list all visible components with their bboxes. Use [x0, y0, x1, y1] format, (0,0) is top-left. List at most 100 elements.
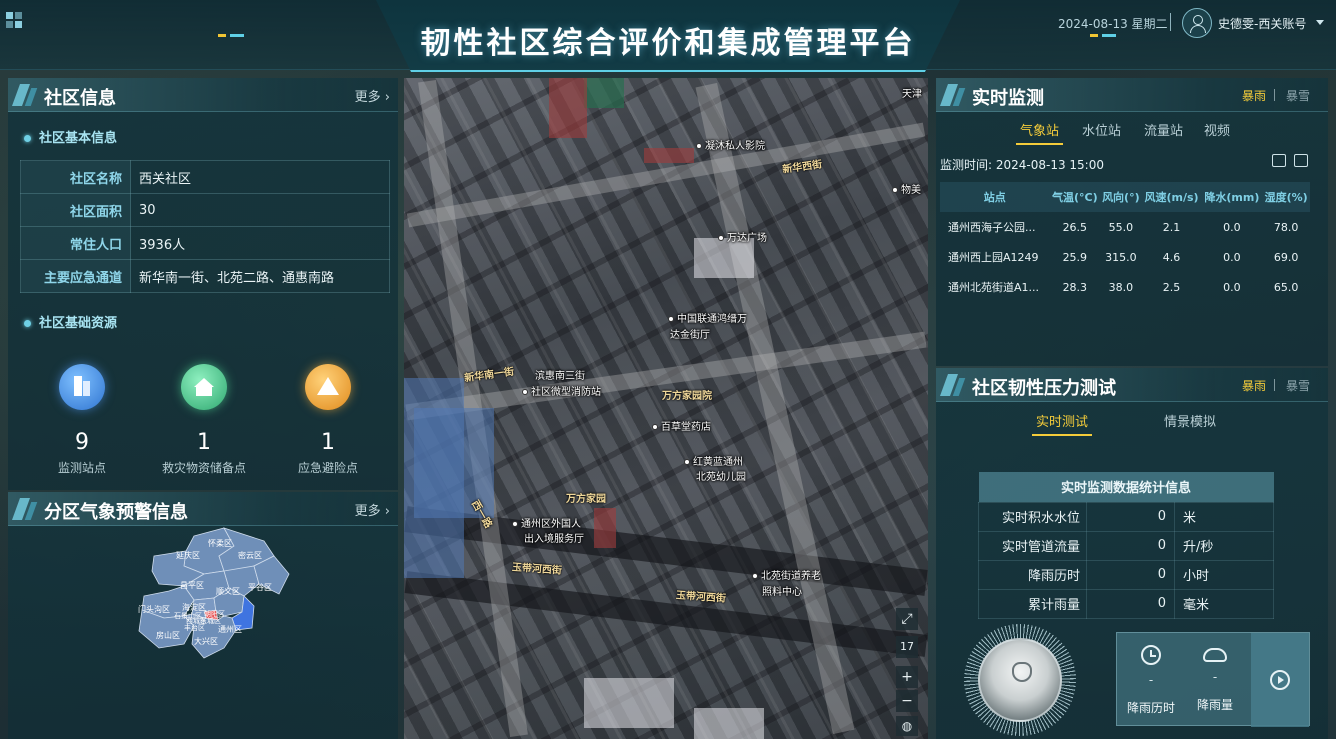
tab-video[interactable]: 视频 — [1204, 120, 1230, 139]
resources-subtitle: 社区基础资源 — [24, 312, 117, 331]
realtime-monitor-header: 实时监测 — [936, 78, 1328, 112]
district-label: 密云区 — [238, 550, 262, 560]
realtime-stats-table: 实时监测数据统计信息 实时积水水位 0 米 实时管道流量 0 升/秒 降雨历时 0 小时 累… — [978, 472, 1274, 619]
map-poi-label[interactable]: 凝沐私人影院 — [696, 137, 765, 152]
divider — [1170, 13, 1171, 31]
map-poi-label[interactable]: 通州区外国人 — [512, 515, 581, 530]
left-panel: 社区信息 更多 › 社区基本信息 社区名称 西关社区 社区面积 30 常住人口 393… — [8, 78, 398, 739]
calendar-icon[interactable] — [1272, 154, 1286, 167]
rain-duration-control[interactable]: - 降雨历时 — [1123, 645, 1179, 716]
pressure-test-header: 社区韧性压力测试 — [936, 368, 1328, 402]
mode-snowstorm[interactable]: 暴雪 — [1286, 377, 1310, 394]
divider — [1274, 89, 1275, 101]
basic-info-subtitle: 社区基本信息 — [24, 127, 117, 146]
community-info-header: 社区信息 更多 › — [8, 78, 398, 112]
community-info-table: 社区名称 西关社区 社区面积 30 常住人口 3936人 主要应急通道 新华南一街、北苑… — [20, 160, 390, 293]
mode-rainstorm[interactable]: 暴雨 — [1242, 377, 1266, 394]
mode-snowstorm[interactable]: 暴雪 — [1286, 87, 1310, 104]
play-button[interactable] — [1251, 633, 1309, 727]
fullscreen-button[interactable]: ⤢ — [896, 608, 918, 630]
district-label: 海淀区 — [182, 602, 206, 612]
table-row: 社区名称 西关社区 — [20, 160, 390, 194]
more-link[interactable]: 更多 › — [355, 86, 390, 105]
district-label: 怀柔区 — [208, 538, 232, 548]
tent-icon — [305, 364, 351, 410]
zoom-out-button[interactable]: − — [896, 690, 918, 712]
resource-relief-storage[interactable]: 1 救灾物资储备点 — [144, 364, 264, 476]
header-decoration — [1090, 34, 1116, 37]
beijing-district-map[interactable]: 延庆区 怀柔区 密云区 昌平区 顺义区 平谷区 门头沟区 海淀区 朝阳区 石景山… — [124, 526, 304, 688]
simulation-control-box: - 降雨历时 - 降雨量 — [1116, 632, 1310, 727]
chevron-down-icon[interactable] — [1316, 20, 1324, 25]
tab-water-level-station[interactable]: 水位站 — [1082, 120, 1121, 139]
chart-icon[interactable] — [1294, 154, 1308, 167]
section-title: 实时监测 — [972, 88, 1044, 109]
district-label: 大兴区 — [194, 636, 218, 646]
table-row[interactable]: 通州北苑街道A1... 28.3 38.0 2.5 0.0 65.0 — [940, 272, 1310, 302]
flood-icon — [1012, 662, 1032, 682]
table-row: 主要应急通道 新华南一街、北苑二路、通惠南路 — [20, 259, 390, 293]
district-label: 昌平区 — [180, 581, 204, 590]
rainfall-control[interactable]: - 降雨量 — [1187, 645, 1243, 713]
tab-realtime-test[interactable]: 实时测试 — [1031, 411, 1093, 436]
divider — [1274, 379, 1275, 391]
app-logo-icon — [6, 12, 24, 30]
satellite-map[interactable] — [404, 78, 928, 739]
current-date: 2024-08-13 星期二 — [1058, 17, 1168, 31]
table-row: 降雨历时 0 小时 — [978, 559, 1274, 590]
map-area-label: 万方家园院 — [662, 391, 712, 402]
table-row[interactable]: 通州西上园A1249 25.9 315.0 4.6 0.0 69.0 — [940, 242, 1310, 272]
district-label: 延庆区 — [176, 550, 200, 560]
map-poi-label[interactable]: 达金街厅 — [670, 326, 710, 341]
map-poi-label[interactable]: 滨惠南三街 — [535, 367, 585, 382]
table-row: 累计雨量 0 毫米 — [978, 588, 1274, 619]
more-link[interactable]: 更多 › — [355, 500, 390, 519]
section-title: 分区气象预警信息 — [44, 502, 188, 523]
water-level-gauge — [964, 624, 1076, 736]
zoom-level: 17 — [896, 636, 918, 658]
district-label: 门头沟区 — [138, 604, 170, 614]
map-poi-label[interactable]: 照料中心 — [762, 583, 802, 598]
map-poi-label[interactable]: 出入境服务厅 — [524, 530, 584, 545]
user-avatar-icon[interactable] — [1182, 8, 1212, 38]
map-poi-label[interactable]: 北苑幼儿园 — [696, 468, 746, 483]
table-row: 常住人口 3936人 — [20, 226, 390, 260]
warehouse-icon — [181, 364, 227, 410]
building-icon — [59, 364, 105, 410]
district-label: 房山区 — [156, 630, 180, 640]
resource-monitoring-stations[interactable]: 9 监测站点 — [22, 364, 142, 476]
map-poi-label[interactable]: 万达广场 — [718, 229, 767, 244]
community-info-panel: 社区信息 更多 › 社区基本信息 社区名称 西关社区 社区面积 30 常住人口 393… — [8, 78, 398, 490]
map-poi-label[interactable]: 社区微型消防站 — [522, 383, 601, 398]
map-area-label: 万方家园 — [566, 494, 606, 505]
user-account-name[interactable]: 史德雯-西关账号 — [1218, 15, 1306, 32]
gauge-dial — [978, 638, 1062, 722]
zoom-in-button[interactable]: + — [896, 666, 918, 688]
district-label: 平谷区 — [248, 583, 272, 592]
section-title: 社区韧性压力测试 — [972, 378, 1116, 399]
globe-icon[interactable]: ◍ — [896, 716, 918, 736]
map-poi-label[interactable]: 天津 — [902, 85, 922, 100]
right-panel: 实时监测 暴雨 暴雪 气象站 水位站 流量站 视频 监测时间: 2024-08-… — [936, 78, 1328, 739]
play-icon — [1270, 670, 1290, 690]
map-poi-label[interactable]: 红黄蓝通州 — [684, 453, 743, 468]
map-poi-label[interactable]: 百草堂药店 — [652, 418, 711, 433]
district-label: 顺义区 — [216, 587, 240, 596]
table-header-row: 实时监测数据统计信息 — [978, 472, 1274, 502]
district-label: 通州区 — [218, 624, 242, 634]
map-poi-label[interactable]: 中国联通鸿缙万 — [668, 310, 747, 325]
tab-weather-station[interactable]: 气象站 — [1015, 120, 1064, 145]
map-poi-label[interactable]: 物美 — [892, 181, 921, 196]
monitor-time: 监测时间: 2024-08-13 15:00 — [940, 158, 1104, 172]
tab-flow-station[interactable]: 流量站 — [1144, 120, 1183, 139]
map-poi-label[interactable]: 北苑街道养老 — [752, 567, 821, 582]
mode-rainstorm[interactable]: 暴雨 — [1242, 87, 1266, 104]
rain-cloud-icon — [1203, 648, 1227, 662]
table-row: 实时管道流量 0 升/秒 — [978, 530, 1274, 561]
clock-icon — [1141, 645, 1161, 665]
resource-shelter[interactable]: 1 应急避险点 — [268, 364, 388, 476]
table-row[interactable]: 通州西海子公园... 26.5 55.0 2.1 0.0 78.0 — [940, 212, 1310, 242]
tab-scenario-simulation[interactable]: 情景模拟 — [1164, 411, 1216, 430]
realtime-monitor-panel: 实时监测 暴雨 暴雪 气象站 水位站 流量站 视频 监测时间: 2024-08-… — [936, 78, 1328, 366]
header-decoration — [218, 34, 244, 37]
